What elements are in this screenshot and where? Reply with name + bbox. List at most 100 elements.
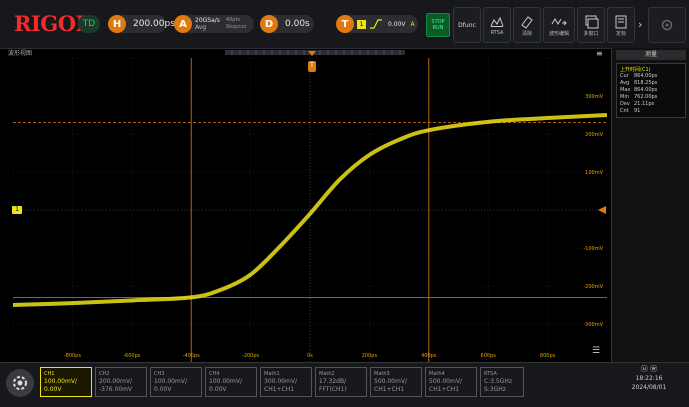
measurement-row: Cur864.00ps (620, 73, 682, 80)
channel-line2: S:3GHz (484, 386, 520, 394)
delay-icon: D (260, 15, 278, 33)
channel-box-ch3[interactable]: CH3100.00mV/0.00V (150, 367, 202, 397)
channel-line1: 300.00mV/ (264, 378, 308, 386)
measurement-stat-value: 818.25ps (634, 80, 657, 87)
delay-control[interactable]: D 0.00s (260, 15, 314, 33)
channel-line2: CH1+CH1 (374, 386, 418, 394)
waveform-edit-button[interactable]: 波形编辑 (543, 7, 575, 43)
stop-run-button[interactable]: STOP RUN (426, 13, 450, 37)
time-axis-label: -600ps (123, 353, 141, 359)
ch1-offset-marker[interactable]: 1 (12, 206, 22, 214)
clear-button[interactable]: 清除 (513, 7, 541, 43)
trigger-level-marker[interactable] (598, 206, 606, 214)
channel-name: Math1 (264, 370, 308, 378)
measurement-stat-name: Cur (620, 73, 634, 80)
home-button[interactable] (6, 369, 34, 397)
measurement-stat-value: 864.00ps (634, 73, 657, 80)
trigger-mode: A (405, 21, 414, 28)
usb-wifi-icon: ⓤ ⓦ (612, 365, 686, 374)
sample-rate: 20GSa/s (195, 17, 220, 24)
volt-axis-label: 300mV (585, 94, 603, 100)
channel-list: CH1100.00mV/0.00VCH2200.00mV/-376.00mVCH… (40, 367, 524, 399)
multi-window-button[interactable]: 多窗口 (577, 7, 605, 43)
channel-line2: 0.00V (209, 386, 253, 394)
volt-axis-label: -200mV (583, 284, 603, 290)
measurement-panel: 测量 上升时间(C1) Cur864.00psAvg818.25psMax864… (611, 48, 689, 362)
acquire-control[interactable]: A 20GSa/s Avg 40pts Stop/cxr (174, 15, 254, 33)
measurement-stat-name: Min (620, 94, 634, 101)
channel-box-ch4[interactable]: CH4100.00mV/0.00V (205, 367, 257, 397)
trigger-control[interactable]: T 1 0.00V A (336, 15, 418, 33)
measurement-stat-name: Avg (620, 80, 634, 87)
volt-axis-label: 100mV (585, 170, 603, 176)
channel-box-math1[interactable]: Math1300.00mV/CH1+CH1 (260, 367, 312, 397)
waveform-edit-icon (551, 14, 567, 30)
measurement-stat-value: 21.11ps (634, 101, 654, 108)
channel-box-ch2[interactable]: CH2200.00mV/-376.00mV (95, 367, 147, 397)
trigger-level: 0.00V (383, 21, 405, 28)
system-status: ⓤ ⓦ 18:22:16 2024/08/01 (612, 365, 686, 392)
measurement-row: Cnt91 (620, 108, 682, 115)
channel-box-math2[interactable]: Math217.32dB/FFT(CH1) (315, 367, 367, 397)
rtsa-icon (489, 14, 505, 30)
time-axis-label: 800ps (540, 353, 556, 359)
measurement-row: Max864.00ps (620, 87, 682, 94)
top-toolbar: RIGOL TD H 200.00ps/ A 20GSa/s Avg 40pts… (0, 0, 689, 49)
chevron-right-icon[interactable]: › (638, 18, 642, 31)
acquire-icon: A (174, 15, 192, 33)
channel-line1: 500.00mV/ (429, 378, 473, 386)
menu-icon[interactable]: ≡ (596, 49, 603, 58)
trigger-arrow-icon (308, 51, 316, 56)
channel-box-math4[interactable]: Math4500.00mV/CH1+CH1 (425, 367, 477, 397)
waveform-display[interactable]: -800ps-600ps-400ps-200ps0s200ps400ps600p… (13, 58, 607, 362)
horizontal-scale-control[interactable]: H 200.00ps/ (108, 15, 166, 33)
channel-line1: 500.00mV/ (374, 378, 418, 386)
dfunc-button[interactable]: Dfunc (453, 7, 481, 43)
channel-line1: 17.32dB/ (319, 378, 363, 386)
clear-label: 清除 (522, 30, 532, 37)
time-mode-label: TD (83, 19, 95, 29)
channel-line1: C:3.5GHz (484, 378, 520, 386)
trigger-icon: T (336, 15, 354, 33)
channel-line2: -376.00mV (99, 386, 143, 394)
measurement-stat-value: 91 (634, 108, 640, 115)
channel-line1: 100.00mV/ (154, 378, 198, 386)
time-mode-button[interactable]: TD (78, 15, 100, 33)
marker-label: 定标 (616, 30, 626, 37)
channel-line2: CH1+CH1 (264, 386, 308, 394)
dfunc-label: Dfunc (458, 22, 476, 29)
channel-box-ch1[interactable]: CH1100.00mV/0.00V (40, 367, 92, 397)
measurement-row: Dev21.11ps (620, 101, 682, 108)
channel-box-math3[interactable]: Math3500.00mV/CH1+CH1 (370, 367, 422, 397)
measurement-stat-value: 864.00ps (634, 87, 657, 94)
volt-axis-label: -300mV (583, 322, 603, 328)
time-axis-label: 200ps (362, 353, 378, 359)
measurement-stat-name: Dev (620, 101, 634, 108)
measurement-panel-title: 测量 (616, 50, 686, 60)
multi-window-icon (583, 14, 599, 30)
settings-button[interactable] (648, 7, 686, 43)
trigger-source-badge: 1 (357, 20, 366, 29)
trigger-position-marker[interactable]: T (308, 61, 316, 72)
marker-button[interactable]: 定标 (607, 7, 635, 43)
acq-status: Stop/cxr (226, 24, 247, 31)
measurement-stat-name: Max (620, 87, 634, 94)
clock-time: 18:22:16 (612, 374, 686, 383)
measurement-name: 上升时间(C1) (620, 66, 682, 73)
time-axis-label: 600ps (481, 353, 497, 359)
measurement-item[interactable]: 上升时间(C1) Cur864.00psAvg818.25psMax864.00… (616, 63, 686, 118)
list-icon[interactable]: ☰ (592, 346, 600, 356)
time-axis-label: -400ps (183, 353, 201, 359)
waveform-edit-label: 波形编辑 (549, 30, 569, 37)
eraser-icon (519, 14, 535, 30)
rtsa-label: RTSA (491, 30, 504, 36)
memory-depth: 40pts (226, 17, 247, 24)
rtsa-button[interactable]: RTSA (483, 7, 511, 43)
channel-box-rtsa[interactable]: RTSAC:3.5GHzS:3GHz (480, 367, 524, 397)
bottom-channel-bar: CH1100.00mV/0.00VCH2200.00mV/-376.00mVCH… (0, 362, 689, 407)
channel-name: RTSA (484, 370, 520, 378)
clock-date: 2024/08/01 (612, 383, 686, 392)
channel-line2: 0.00V (44, 386, 88, 394)
channel-line2: 0.00V (154, 386, 198, 394)
channel-name: CH1 (44, 370, 88, 378)
